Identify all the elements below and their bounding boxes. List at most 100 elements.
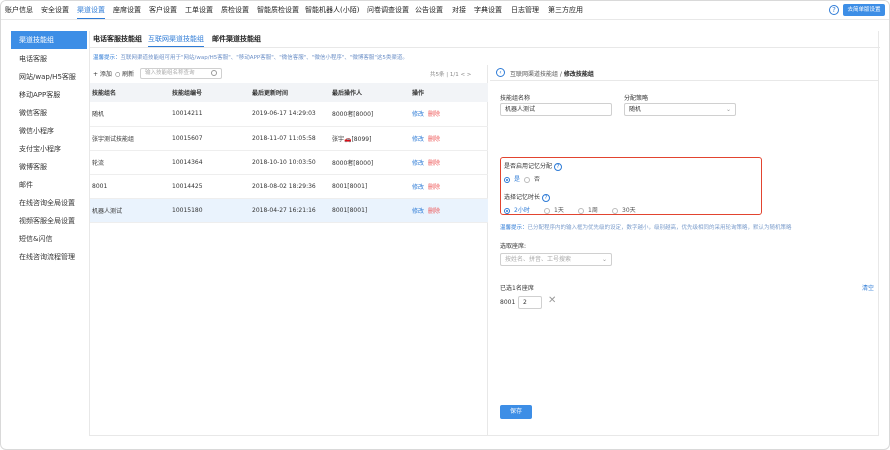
save-button[interactable]: 保存 [500, 405, 532, 419]
sidebar-item-phone-service[interactable]: 电话客服 [11, 50, 87, 68]
sidebar-item-online-global[interactable]: 在线咨询全局设置 [11, 194, 87, 212]
sidebar-item-video-global[interactable]: 视频客服全局设置 [11, 212, 87, 230]
delete-link[interactable]: 删除 [428, 136, 440, 143]
delete-link[interactable]: 删除 [428, 111, 440, 118]
nav-survey-settings[interactable]: 问卷调查设置 [367, 1, 409, 19]
edit-link[interactable]: 修改 [412, 208, 424, 215]
memory-yes-label: 是 [514, 176, 521, 183]
clear-button[interactable]: 清空 [862, 283, 874, 292]
memory-no-label: 否 [534, 176, 541, 183]
sidebar-item-alipay-mini[interactable]: 支付宝小程序 [11, 140, 87, 158]
edit-link[interactable]: 修改 [412, 111, 424, 118]
cell-name: 轮流 [90, 150, 170, 175]
duration-radio-30d[interactable]: 30天 [612, 205, 636, 214]
table-header-row: 技能组名 技能组编号 最后更新时间 最后操作人 操作 [90, 83, 488, 102]
remove-agent-icon[interactable]: ✕ [548, 295, 556, 306]
refresh-button[interactable]: ○ 刷新 [115, 69, 134, 78]
add-button[interactable]: + 添加 [93, 69, 112, 78]
strategy-select[interactable]: 随机 ⌄ [624, 103, 736, 116]
tab-internet-skill-groups[interactable]: 互联网渠道技能组 [148, 34, 204, 47]
cell-id: 10014364 [170, 150, 250, 175]
cell-id: 10015607 [170, 126, 250, 151]
search-input[interactable]: 输入技能组名称查询 [140, 68, 222, 79]
duration-1w-label: 1周 [588, 207, 598, 214]
col-header-name: 技能组名 [90, 83, 170, 102]
cell-id: 10015180 [170, 198, 250, 223]
cell-name: 张宇测试技能组 [90, 126, 170, 151]
nav-log-management[interactable]: 日志管理 [511, 1, 539, 19]
sidebar-item-wechat[interactable]: 微信客服 [11, 104, 87, 122]
skill-group-name-field[interactable]: 机器人测试 [500, 103, 612, 116]
delete-link[interactable]: 删除 [428, 208, 440, 215]
detail-header: ‹ 互联网渠道技能组 / 修改技能组 [490, 65, 878, 81]
sidebar-item-email[interactable]: 邮件 [11, 176, 87, 194]
strategy-label: 分配策略 [624, 95, 649, 102]
nav-security[interactable]: 安全设置 [41, 1, 69, 19]
radio-dot [504, 176, 510, 183]
agent-search-input[interactable]: 按姓名、拼音、工号搜索 ⌄ [500, 253, 612, 266]
agent-priority-input[interactable]: 2 [518, 296, 542, 309]
nav-third-party-apps[interactable]: 第三方应用 [548, 1, 583, 19]
table-row-selected[interactable]: 机器人测试 10015180 2018-04-27 16:21:16 8001[… [90, 198, 488, 223]
nav-qc-settings[interactable]: 质检设置 [221, 1, 249, 19]
memory-radio-yes[interactable]: 是 [504, 174, 520, 183]
agent-select-label: 选取座席: [500, 243, 527, 250]
delete-link[interactable]: 删除 [428, 184, 440, 191]
sidebar-item-sms[interactable]: 短信&闪信 [11, 230, 87, 248]
sidebar-item-online-flow[interactable]: 在线咨询流程管理 [11, 248, 87, 266]
tab-phone-skill-groups[interactable]: 电话客服技能组 [93, 34, 142, 44]
radio-dot [504, 207, 510, 214]
memory-label-text: 是否启用记忆分配 [504, 163, 553, 170]
back-icon[interactable]: ‹ [496, 68, 505, 77]
nav-dictionary-settings[interactable]: 字典设置 [474, 1, 502, 19]
sidebar-item-web-service[interactable]: 网站/wap/H5客服 [11, 68, 87, 86]
nav-account-info[interactable]: 账户信息 [5, 1, 33, 19]
duration-label: 选择记忆时长? [504, 192, 551, 202]
nav-integration[interactable]: 对接 [452, 1, 466, 19]
tip-text: 温馨提示：已分配程序内的输入框为优先级的设定，数字越小，级别越高，优先级相同的采… [500, 223, 792, 231]
cell-operator: 张宇🚗[8099] [330, 126, 410, 151]
sidebar-item-mobile-app[interactable]: 移动APP客服 [11, 86, 87, 104]
delete-link[interactable]: 删除 [428, 160, 440, 167]
table-row[interactable]: 轮流 10014364 2018-10-10 10:03:50 8000者[80… [90, 150, 488, 175]
table-row[interactable]: 随机 10014211 2019-06-17 14:29:03 8000者[80… [90, 102, 488, 127]
search-icon[interactable] [211, 70, 217, 76]
sidebar-item-weibo[interactable]: 微博客服 [11, 158, 87, 176]
edit-link[interactable]: 修改 [412, 184, 424, 191]
nav-channel-settings[interactable]: 渠道设置 [77, 1, 105, 19]
edit-link[interactable]: 修改 [412, 160, 424, 167]
help-icon[interactable]: ? [829, 5, 839, 15]
duration-radio-2h[interactable]: 2小时 [504, 205, 530, 214]
breadcrumb-parent[interactable]: 互联网渠道技能组 [510, 71, 558, 78]
nav-smart-robot[interactable]: 智能机器人(小陌) [305, 1, 359, 19]
table-row[interactable]: 8001 10014425 2018-08-02 18:29:36 8001[8… [90, 174, 488, 199]
duration-radio-1d[interactable]: 1天 [544, 205, 564, 214]
table-row[interactable]: 张宇测试技能组 10015607 2018-11-07 11:05:58 张宇🚗… [90, 126, 488, 151]
nav-seat-settings[interactable]: 座席设置 [113, 1, 141, 19]
sidebar-item-channel-skill-groups[interactable]: 渠道技能组 [11, 31, 87, 49]
cell-updated: 2018-10-10 10:03:50 [250, 150, 330, 175]
nav-customer-settings[interactable]: 客户设置 [149, 1, 177, 19]
question-icon[interactable]: ? [554, 162, 563, 171]
duration-radio-1w[interactable]: 1周 [578, 205, 598, 214]
memory-radio-no[interactable]: 否 [524, 174, 540, 183]
nav-smart-qc-settings[interactable]: 智能质检设置 [257, 1, 299, 19]
question-icon[interactable]: ? [542, 193, 551, 202]
cell-operator: 8001[8001] [330, 198, 410, 223]
sidebar-item-wechat-mini[interactable]: 微信小程序 [11, 122, 87, 140]
nav-announcement-settings[interactable]: 公告设置 [415, 1, 443, 19]
cell-actions: 修改 删除 [410, 198, 488, 223]
cell-name: 8001 [90, 174, 170, 199]
notice-text: 互联网渠道技能组可用于"网站/wap/H5客服"、"移动APP客服"、"微信客服… [120, 55, 408, 61]
cell-updated: 2018-04-27 16:21:16 [250, 198, 330, 223]
cell-actions: 修改 删除 [410, 126, 488, 151]
tab-email-skill-groups[interactable]: 邮件渠道技能组 [212, 34, 261, 44]
edit-link[interactable]: 修改 [412, 136, 424, 143]
nav-ticket-settings[interactable]: 工单设置 [185, 1, 213, 19]
duration-30d-label: 30天 [622, 207, 636, 214]
list-toolbar: + 添加 ○ 刷新 输入技能组名称查询 共5条 | 1/1 < > [90, 65, 488, 83]
name-label: 技能组名称 [500, 95, 531, 102]
cell-id: 10014425 [170, 174, 250, 199]
pagination[interactable]: 共5条 | 1/1 < > [430, 70, 471, 78]
simple-settings-button[interactable]: 去简单版设置 [843, 4, 885, 16]
